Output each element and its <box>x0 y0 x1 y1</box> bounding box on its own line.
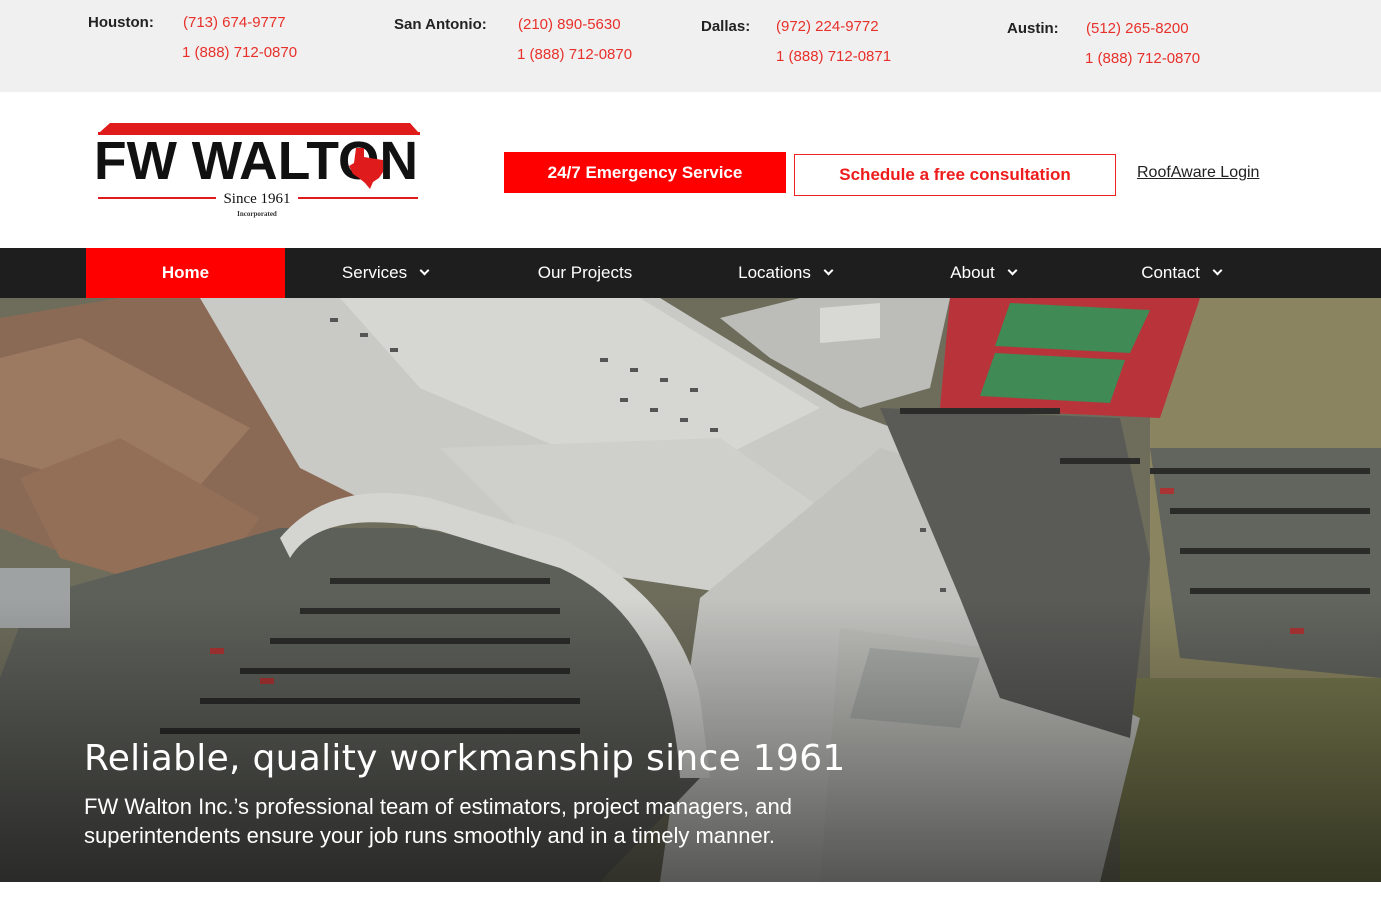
chevron-down-icon <box>823 265 834 276</box>
roofaware-login-link[interactable]: RoofAware Login <box>1137 164 1259 182</box>
site-header: FW WALTON Since 1961 Incorporated 24/7 E… <box>0 92 1381 248</box>
main-nav: Home Services Our Projects Locations Abo… <box>0 248 1381 302</box>
phone-link[interactable]: 1 (888) 712-0870 <box>182 44 297 61</box>
nav-item-our-projects[interactable]: Our Projects <box>500 248 670 298</box>
logo-incorporated: Incorporated <box>237 210 277 218</box>
phone-link[interactable]: 1 (888) 712-0871 <box>776 48 891 65</box>
phone-link[interactable]: (210) 890-5630 <box>518 16 621 33</box>
nav-item-home[interactable]: Home <box>86 248 285 298</box>
logo-since: Since 1961 <box>223 191 290 207</box>
nav-label: About <box>950 263 995 282</box>
location-city: Austin: <box>1007 20 1059 37</box>
hero-banner: Reliable, quality workmanship since 1961… <box>0 298 1381 882</box>
emergency-service-button[interactable]: 24/7 Emergency Service <box>504 152 786 193</box>
nav-label: Services <box>341 263 408 282</box>
phone-link[interactable]: (972) 224-9772 <box>776 18 879 35</box>
location-city: Dallas: <box>701 18 751 35</box>
nav-label: Contact <box>1141 263 1200 282</box>
nav-item-contact[interactable]: Contact <box>1096 248 1266 298</box>
nav-label: Our Projects <box>537 263 633 282</box>
schedule-consultation-button[interactable]: Schedule a free consultation <box>794 154 1116 196</box>
phone-link[interactable]: 1 (888) 712-0870 <box>517 46 632 63</box>
phone-link[interactable]: (713) 674-9777 <box>183 14 286 31</box>
nav-item-about[interactable]: About <box>898 248 1068 298</box>
phone-link[interactable]: 1 (888) 712-0870 <box>1085 50 1200 67</box>
hero-title: Reliable, quality workmanship since 1961 <box>84 738 846 779</box>
nav-label: Home <box>161 263 210 282</box>
chevron-down-icon <box>1212 265 1223 276</box>
nav-item-locations[interactable]: Locations <box>700 248 870 298</box>
chevron-down-icon <box>419 265 430 276</box>
phone-link[interactable]: (512) 265-8200 <box>1086 20 1189 37</box>
location-city: Houston: <box>88 14 154 31</box>
nav-item-services[interactable]: Services <box>300 248 470 298</box>
fw-walton-logo[interactable]: FW WALTON Since 1961 Incorporated <box>94 122 420 222</box>
location-city: San Antonio: <box>394 16 487 33</box>
chevron-down-icon <box>1007 265 1018 276</box>
hero-description: FW Walton Inc.’s professional team of es… <box>84 794 792 848</box>
nav-label: Locations <box>738 263 811 282</box>
contact-bar: Houston: (713) 674-9777 1 (888) 712-0870… <box>0 0 1381 92</box>
